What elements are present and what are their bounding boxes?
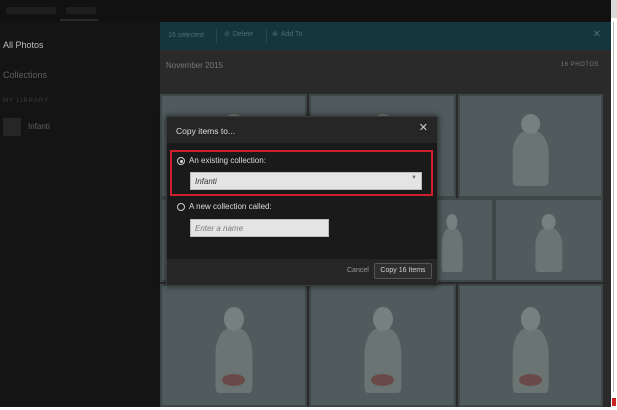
- collection-select[interactable]: Infanti ▼: [190, 172, 422, 190]
- copy-items-button[interactable]: Copy 16 Items: [374, 263, 432, 279]
- dialog-body: An existing collection: Infanti ▼ A new …: [167, 143, 437, 259]
- divider: [216, 29, 217, 43]
- selection-action-bar: 16 selected ⊘ Delete ⊕ Add To ✕: [160, 22, 611, 50]
- divider: [266, 29, 267, 43]
- add-to-label: Add To: [280, 30, 303, 38]
- photo-count: 16 PHOTOS: [560, 62, 599, 68]
- collection-name-input[interactable]: [190, 219, 329, 237]
- add-to-button[interactable]: ⊕ Add To: [272, 30, 303, 39]
- top-tab-2[interactable]: [66, 7, 96, 14]
- existing-collection-radio[interactable]: [177, 157, 185, 165]
- sidebar-item-all-photos[interactable]: All Photos: [3, 40, 44, 50]
- active-tab-indicator: [60, 19, 98, 21]
- dialog-title: Copy items to...: [176, 126, 236, 136]
- photo-thumbnail[interactable]: [458, 94, 603, 198]
- scrollbar-marker: [612, 398, 616, 406]
- top-bar: [0, 0, 611, 22]
- top-tab-1[interactable]: [6, 7, 56, 14]
- sidebar-section-heading: MY LIBRARY: [3, 98, 50, 104]
- delete-icon: ⊘: [224, 31, 230, 38]
- sidebar: All Photos Collections MY LIBRARY Infant…: [0, 22, 160, 407]
- photo-thumbnail[interactable]: [494, 198, 603, 282]
- photo-thumbnail[interactable]: [160, 284, 307, 407]
- delete-label: Delete: [232, 30, 254, 38]
- photo-thumbnail[interactable]: [309, 284, 456, 407]
- close-icon[interactable]: ✕: [593, 29, 601, 40]
- new-collection-label[interactable]: A new collection called:: [189, 202, 272, 211]
- collection-select-value: Infanti: [195, 177, 217, 186]
- sidebar-item-collections[interactable]: Collections: [3, 70, 47, 80]
- close-icon[interactable]: ✕: [419, 123, 428, 134]
- copy-items-dialog: Copy items to... ✕ An existing collectio…: [166, 116, 438, 286]
- dialog-footer: Cancel Copy 16 Items: [167, 259, 437, 285]
- window-scrollbar[interactable]: [611, 0, 617, 410]
- chevron-down-icon: ▼: [411, 175, 417, 181]
- new-collection-radio[interactable]: [177, 203, 185, 211]
- existing-collection-label[interactable]: An existing collection:: [189, 156, 266, 165]
- collection-thumbnail: [3, 118, 21, 136]
- delete-button[interactable]: ⊘ Delete: [224, 30, 254, 39]
- add-icon: ⊕: [272, 31, 278, 38]
- month-heading: November 2015: [166, 61, 223, 70]
- sidebar-item-infanti[interactable]: Infanti: [0, 118, 150, 138]
- selection-count: 16 selected: [168, 32, 204, 39]
- scrollbar-top: [611, 0, 617, 18]
- cancel-button[interactable]: Cancel: [347, 267, 369, 274]
- photo-thumbnail[interactable]: [458, 284, 603, 407]
- sidebar-item-label: Infanti: [28, 122, 50, 131]
- scrollbar-track: [613, 22, 614, 392]
